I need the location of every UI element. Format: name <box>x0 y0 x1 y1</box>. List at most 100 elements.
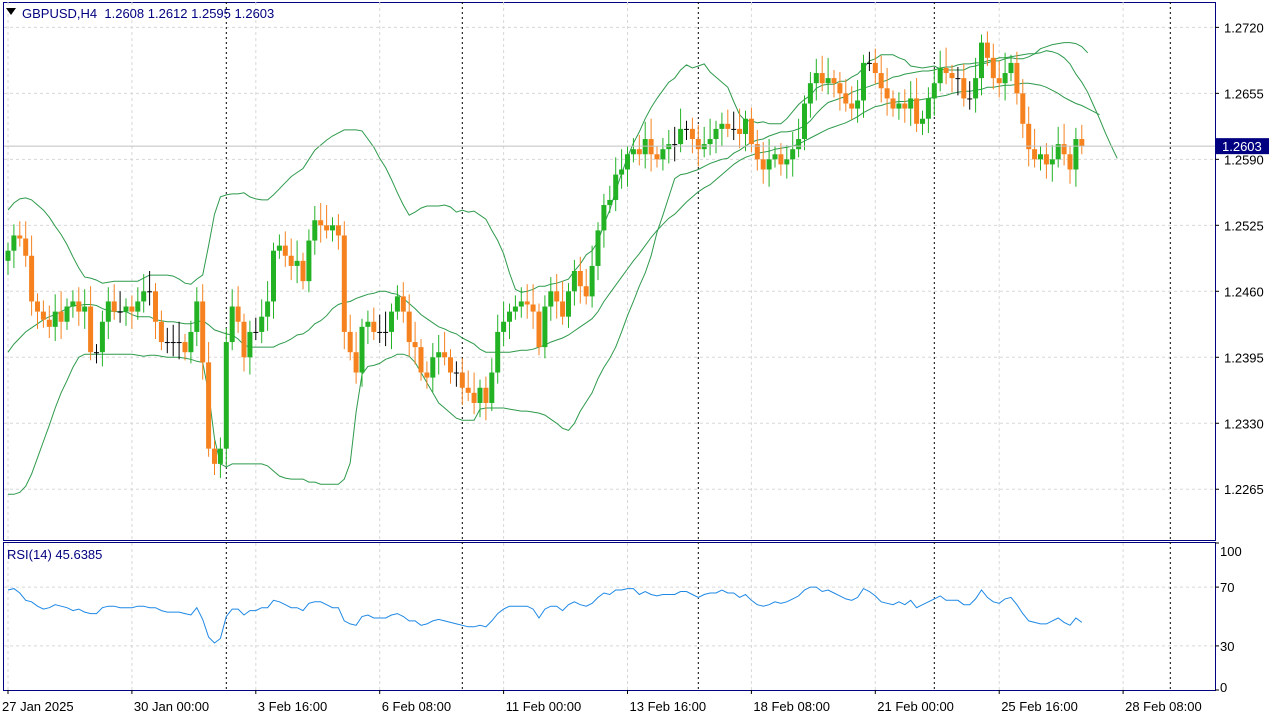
candle-body <box>914 98 920 124</box>
candle-body <box>471 392 477 403</box>
candle-body <box>766 159 772 170</box>
candle-body <box>377 331 383 333</box>
candle-body <box>448 357 453 373</box>
candle-body <box>265 301 271 317</box>
rsi-tick-label: 0 <box>1220 680 1227 695</box>
rsi-tick-label: 30 <box>1220 639 1234 654</box>
candle-body <box>902 103 908 109</box>
time-tick-label: 30 Jan 00:00 <box>134 699 209 714</box>
candle-body <box>654 154 660 160</box>
candle-body <box>11 235 17 251</box>
candle-body <box>436 352 442 358</box>
candle-body <box>625 154 630 170</box>
candle-body <box>64 306 70 322</box>
candle-body <box>170 342 176 344</box>
candle-body <box>796 139 802 150</box>
candle-body <box>229 306 235 343</box>
candle-body <box>324 225 330 231</box>
candle-body <box>607 199 613 206</box>
time-tick-label: 25 Feb 16:00 <box>1001 699 1078 714</box>
price-tick-label: 1.2590 <box>1224 152 1264 167</box>
candle-body <box>837 83 843 94</box>
candle-body <box>807 83 813 104</box>
candle-body <box>1008 62 1014 74</box>
rsi-axis[interactable]: 100 70 30 0 <box>1215 542 1242 695</box>
candle-body <box>908 98 914 109</box>
price-axis[interactable]: 1.2720 1.2655 1.2590 1.2525 1.2460 1.2395 1.23… <box>1215 20 1264 497</box>
time-tick-label: 3 Feb 16:00 <box>258 699 327 714</box>
candle-body <box>1002 73 1008 84</box>
candle-body <box>489 372 495 403</box>
candle-body <box>1032 149 1038 160</box>
candle-body <box>212 448 217 464</box>
candle-body <box>424 372 430 378</box>
candle-body <box>94 352 99 354</box>
candle-body <box>477 387 483 403</box>
rsi-label: RSI(14) 45.6385 <box>7 547 103 562</box>
time-tick-label: 21 Feb 00:00 <box>877 699 954 714</box>
candle-body <box>566 291 571 317</box>
candle-body <box>335 225 341 236</box>
time-tick-label: 13 Feb 16:00 <box>630 699 707 714</box>
candle-body <box>984 42 990 58</box>
candle-body <box>17 235 23 239</box>
candle-body <box>123 306 129 312</box>
candle-body <box>359 326 365 373</box>
candle-body <box>701 144 707 150</box>
chart-menu-triangle-icon[interactable] <box>6 8 16 15</box>
candle-body <box>312 220 318 241</box>
candle-body <box>725 123 731 129</box>
candle-body <box>666 144 672 150</box>
candle-body <box>99 321 105 353</box>
candle-body <box>949 73 955 79</box>
candle-body <box>925 98 931 119</box>
candle-body <box>206 362 212 449</box>
candle-body <box>40 311 46 320</box>
candle-body <box>937 67 943 84</box>
candle-body <box>182 342 188 353</box>
candle-body <box>855 100 861 109</box>
candle-body <box>288 255 294 266</box>
candle-body <box>394 296 400 312</box>
candle-body <box>147 291 153 293</box>
trading-chart[interactable]: 1.2720 1.2655 1.2590 1.2525 1.2460 1.2395 1.23… <box>0 0 1280 720</box>
candle-body <box>772 154 778 160</box>
candle-body <box>518 301 524 307</box>
candle-body <box>731 128 737 130</box>
candle-body <box>300 260 306 282</box>
candle-body <box>560 301 566 317</box>
candle-body <box>365 321 371 327</box>
candle-body <box>973 78 979 99</box>
candle-body <box>784 159 790 165</box>
candle-body <box>1038 154 1043 160</box>
candle-body <box>613 174 619 200</box>
candle-body <box>636 149 642 155</box>
time-tick-label: 28 Feb 08:00 <box>1125 699 1202 714</box>
candle-body <box>843 93 849 104</box>
time-axis[interactable]: 27 Jan 2025 30 Jan 00:00 3 Feb 16:00 6 Feb … <box>2 690 1202 714</box>
price-tick-label: 1.2395 <box>1224 350 1264 365</box>
candle-body <box>684 128 689 130</box>
candle-body <box>52 311 58 327</box>
candle-body <box>1014 62 1020 94</box>
candle-body <box>35 301 40 312</box>
candle-body <box>135 301 141 312</box>
candle-body <box>802 103 807 140</box>
candle-body <box>548 291 554 307</box>
symbol-label: GBPUSD,H4 <box>22 6 98 21</box>
price-tick-label: 1.2330 <box>1224 416 1264 431</box>
price-panel[interactable] <box>3 2 1216 541</box>
candle-body <box>105 301 111 322</box>
candle-body <box>371 321 377 332</box>
candle-body <box>235 306 241 322</box>
ohlc-values: 1.2608 1.2612 1.2595 1.2603 <box>104 6 275 21</box>
candle-body <box>961 78 967 99</box>
candle-body <box>542 306 548 348</box>
rsi-panel[interactable] <box>3 542 1216 691</box>
current-price-label: 1.2603 <box>1222 139 1262 154</box>
candle-body <box>577 271 583 287</box>
candle-body <box>1043 154 1049 165</box>
candle-body <box>589 265 595 297</box>
candle-body <box>920 118 925 124</box>
candle-body <box>58 311 64 322</box>
